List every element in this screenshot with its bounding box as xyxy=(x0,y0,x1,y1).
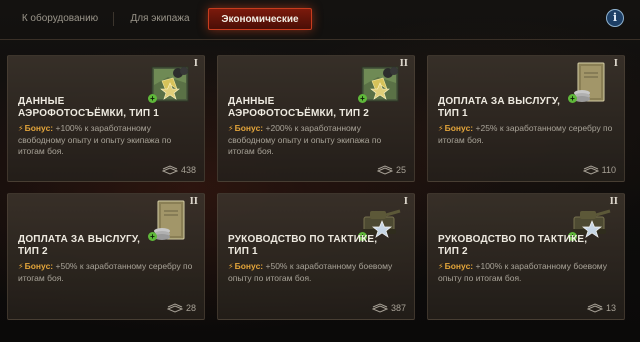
tab-divider xyxy=(113,12,114,26)
tier-label: I xyxy=(193,59,198,69)
card-title: РУКОВОДСТВО ПО ТАКТИКЕ, ТИП 2 xyxy=(438,234,588,258)
card-title-line1: РУКОВОДСТВО ПО ТАКТИКЕ, xyxy=(438,234,588,245)
tier-label: I xyxy=(403,197,408,207)
count-value: 438 xyxy=(180,165,196,175)
stack-icon xyxy=(371,303,388,313)
bonus-label: Бонус: xyxy=(444,261,474,271)
count-value: 25 xyxy=(395,165,406,175)
card-title: ДАННЫЕ АЭРОФОТОСЪЁМКИ, ТИП 1 xyxy=(18,96,168,120)
count-value: 13 xyxy=(605,303,616,313)
tier-label: II xyxy=(399,59,408,69)
stack-icon xyxy=(586,303,603,313)
count-display: 13 xyxy=(586,303,616,313)
card-title: ДОПЛАТА ЗА ВЫСЛУГУ, ТИП 1 xyxy=(438,96,588,120)
tab-bar: К оборудованию Для экипажа Экономические… xyxy=(0,0,640,40)
bonus-label: Бонус: xyxy=(234,261,264,271)
count-value: 387 xyxy=(390,303,406,313)
bonus-description: ⚡Бонус: +100% к заработанному боевому оп… xyxy=(438,261,618,284)
booster-card[interactable]: + I ДОПЛАТА ЗА ВЫСЛУГУ, ТИП 1 ⚡Бонус: +2… xyxy=(427,55,625,182)
tab-equipment[interactable]: К оборудованию xyxy=(14,8,106,30)
count-value: 28 xyxy=(185,303,196,313)
lightning-icon: ⚡ xyxy=(438,124,444,133)
bonus-label: Бонус: xyxy=(444,123,474,133)
tab-economic[interactable]: Экономические xyxy=(208,8,312,30)
card-title-line2: ТИП 2 xyxy=(18,246,48,257)
card-title-line1: ДОПЛАТА ЗА ВЫСЛУГУ, xyxy=(18,234,141,245)
card-title-line2: ТИП 2 xyxy=(438,246,468,257)
lightning-icon: ⚡ xyxy=(228,262,234,271)
lightning-icon: ⚡ xyxy=(228,124,234,133)
count-display: 110 xyxy=(582,165,616,175)
tier-label: II xyxy=(189,197,198,207)
card-title-line2: АЭРОФОТОСЪЁМКИ, ТИП 2 xyxy=(228,108,370,119)
bonus-label: Бонус: xyxy=(24,123,54,133)
stack-icon xyxy=(376,165,393,175)
booster-card[interactable]: + II ДАННЫЕ АЭРОФОТОСЪЁМКИ, ТИП 2 ⚡Бонус… xyxy=(217,55,415,182)
count-display: 25 xyxy=(376,165,406,175)
card-title-line1: ДАННЫЕ xyxy=(18,96,65,107)
card-title: РУКОВОДСТВО ПО ТАКТИКЕ, ТИП 1 xyxy=(228,234,378,258)
count-display: 28 xyxy=(166,303,196,313)
card-title-line2: ТИП 1 xyxy=(438,108,468,119)
booster-card[interactable]: + II ДОПЛАТА ЗА ВЫСЛУГУ, ТИП 2 ⚡Бонус: +… xyxy=(7,193,205,320)
card-title-line2: ТИП 1 xyxy=(228,246,258,257)
bonus-description: ⚡Бонус: +50% к заработанному серебру по … xyxy=(18,261,198,284)
card-title: ДОПЛАТА ЗА ВЫСЛУГУ, ТИП 2 xyxy=(18,234,168,258)
info-icon[interactable]: i xyxy=(606,9,624,27)
bonus-description: ⚡Бонус: +50% к заработанному боевому опы… xyxy=(228,261,408,284)
card-title-line1: РУКОВОДСТВО ПО ТАКТИКЕ, xyxy=(228,234,378,245)
bonus-label: Бонус: xyxy=(24,261,54,271)
tab-crew[interactable]: Для экипажа xyxy=(120,8,200,30)
tier-label: II xyxy=(609,197,618,207)
lightning-icon: ⚡ xyxy=(18,262,24,271)
card-title-line2: АЭРОФОТОСЪЁМКИ, ТИП 1 xyxy=(18,108,160,119)
stack-icon xyxy=(166,303,183,313)
stack-icon xyxy=(582,165,599,175)
count-display: 387 xyxy=(371,303,406,313)
bonus-description: ⚡Бонус: +100% к заработанному свободному… xyxy=(18,123,198,158)
bonus-description: ⚡Бонус: +25% к заработанному серебру по … xyxy=(438,123,618,146)
card-title-line1: ДАННЫЕ xyxy=(228,96,275,107)
bonus-label: Бонус: xyxy=(234,123,264,133)
stack-icon xyxy=(161,165,178,175)
card-title: ДАННЫЕ АЭРОФОТОСЪЁМКИ, ТИП 2 xyxy=(228,96,378,120)
count-value: 110 xyxy=(601,165,616,175)
lightning-icon: ⚡ xyxy=(18,124,24,133)
tier-label: I xyxy=(613,59,618,69)
card-title-line1: ДОПЛАТА ЗА ВЫСЛУГУ, xyxy=(438,96,561,107)
booster-card[interactable]: + I РУКОВОДСТВО ПО ТАКТИКЕ, ТИП 1 ⚡Бонус… xyxy=(217,193,415,320)
bonus-description: ⚡Бонус: +200% к заработанному свободному… xyxy=(228,123,408,158)
booster-card[interactable]: + II РУКОВОДСТВО ПО ТАКТИКЕ, ТИП 2 ⚡Бону… xyxy=(427,193,625,320)
lightning-icon: ⚡ xyxy=(438,262,444,271)
count-display: 438 xyxy=(161,165,196,175)
booster-card[interactable]: + I ДАННЫЕ АЭРОФОТОСЪЁМКИ, ТИП 1 ⚡Бонус:… xyxy=(7,55,205,182)
